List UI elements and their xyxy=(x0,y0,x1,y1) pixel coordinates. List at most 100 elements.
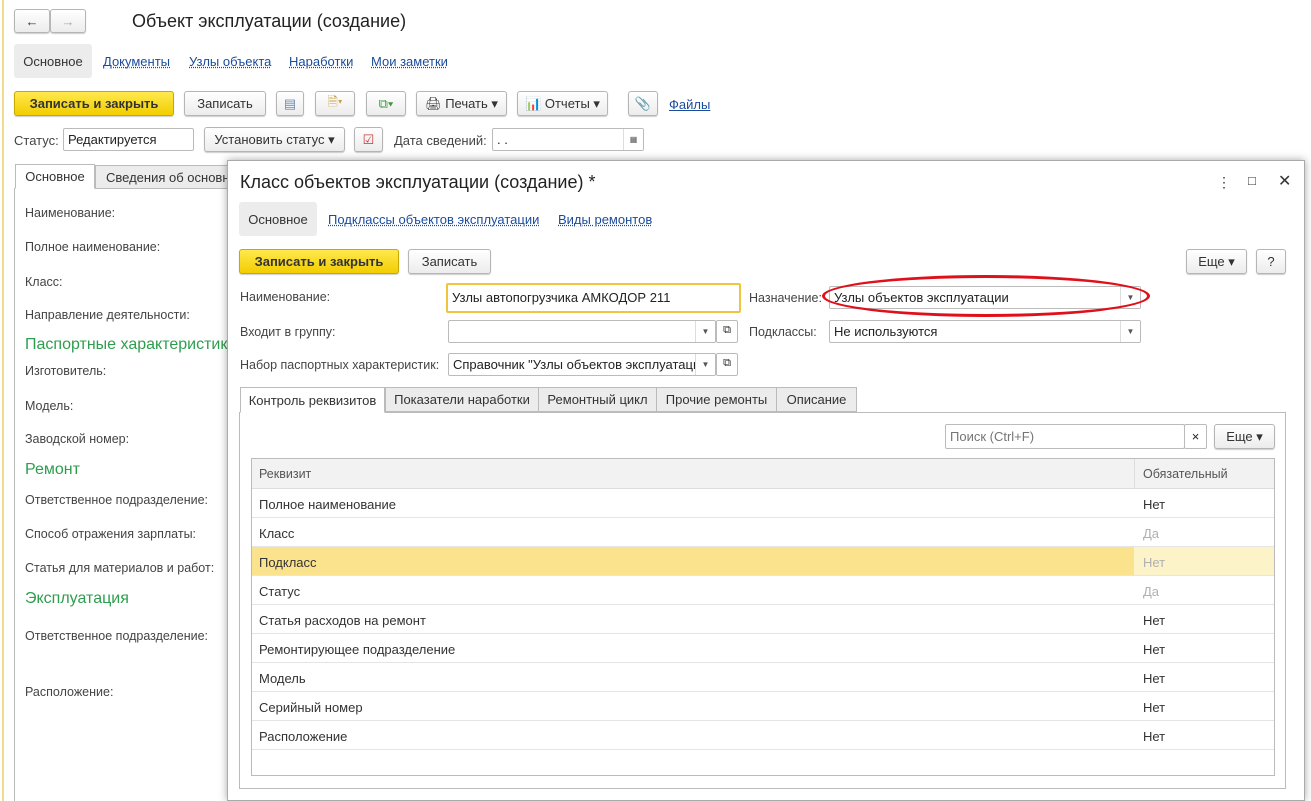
cell-required[interactable]: Да xyxy=(1143,526,1159,541)
dialog-nav-subclasses[interactable]: Подклассы объектов эксплуатации xyxy=(328,212,539,227)
main-tab-main[interactable]: Основное xyxy=(15,164,95,189)
nav-notes[interactable]: Мои заметки xyxy=(371,54,448,69)
field-label: Ответственное подразделение: xyxy=(25,629,209,643)
printer-icon: 🖨 xyxy=(425,95,446,111)
table-row[interactable]: Серийный номер Нет xyxy=(252,692,1274,721)
reports-label: Отчеты xyxy=(544,96,590,111)
tab-runtime-indicators[interactable]: Показатели наработки xyxy=(385,387,539,412)
more-vert-icon[interactable]: ⋮ xyxy=(1217,174,1231,191)
nav-documents[interactable]: Документы xyxy=(103,54,170,69)
column-header-required[interactable]: Обязательный xyxy=(1143,467,1228,481)
group-select[interactable]: ▼ xyxy=(448,320,716,343)
dialog-nav-main[interactable]: Основное xyxy=(239,202,317,236)
dialog-nav-repair-types[interactable]: Виды ремонтов xyxy=(558,212,652,227)
column-header-attribute[interactable]: Реквизит xyxy=(259,467,311,481)
table-row[interactable]: Ремонтирующее подразделение Нет xyxy=(252,634,1274,663)
save-close-button[interactable]: Записать и закрыть xyxy=(14,91,174,116)
reports-button[interactable]: 📊 Отчеты ▾ xyxy=(517,91,608,116)
passport-select[interactable]: Справочник "Узлы объектов эксплуатаци ▼ xyxy=(448,353,716,376)
main-tab-info[interactable]: Сведения об основн xyxy=(95,165,235,189)
print-label: Печать xyxy=(445,96,488,111)
help-button[interactable]: ? xyxy=(1256,249,1286,274)
subclasses-value: Не используются xyxy=(834,324,938,339)
table-row[interactable]: Расположение Нет xyxy=(252,721,1274,750)
status-field[interactable]: Редактируется xyxy=(63,128,194,151)
cell-attribute: Ремонтирующее подразделение xyxy=(259,642,456,657)
calendar-icon[interactable]: ▦ xyxy=(623,129,643,150)
chevron-down-icon[interactable]: ▼ xyxy=(695,321,715,342)
date-label: Дата сведений: xyxy=(394,133,487,148)
close-icon[interactable]: ✕ xyxy=(1278,171,1291,191)
cell-attribute: Статья расходов на ремонт xyxy=(259,613,426,628)
save-button[interactable]: Записать xyxy=(184,91,266,116)
dialog-more-button[interactable]: Еще ▾ xyxy=(1186,249,1247,274)
table-row[interactable]: Полное наименование Нет xyxy=(252,489,1274,518)
group-heading: Паспортные характеристики xyxy=(25,336,230,353)
cell-attribute: Серийный номер xyxy=(259,700,363,715)
name-input[interactable]: Узлы автопогрузчика АМКОДОР 211 xyxy=(446,283,741,313)
group-heading: Эксплуатация xyxy=(25,590,129,607)
paperclip-icon[interactable]: 📎 xyxy=(628,91,658,116)
chevron-down-icon[interactable]: ▼ xyxy=(695,354,715,375)
table-row[interactable]: Статус Да xyxy=(252,576,1274,605)
related-docs-icon[interactable]: ⧉▾ xyxy=(366,91,406,116)
cell-required[interactable]: Да xyxy=(1143,584,1159,599)
dialog-save-button[interactable]: Записать xyxy=(408,249,491,274)
table-row[interactable]: Подкласс Нет xyxy=(252,547,1274,576)
open-icon[interactable]: ⧉ xyxy=(716,320,738,343)
field-label: Статья для материалов и работ: xyxy=(25,561,215,575)
cell-attribute: Полное наименование xyxy=(259,497,397,512)
files-link[interactable]: Файлы xyxy=(669,97,710,112)
cell-required[interactable]: Нет xyxy=(1143,613,1165,628)
subclasses-select[interactable]: Не используются ▼ xyxy=(829,320,1141,343)
clear-search-icon[interactable]: × xyxy=(1184,424,1207,449)
open-icon[interactable]: ⧉ xyxy=(716,353,738,376)
dialog-save-close-button[interactable]: Записать и закрыть xyxy=(239,249,399,274)
table-row[interactable]: Статья расходов на ремонт Нет xyxy=(252,605,1274,634)
maximize-icon[interactable]: □ xyxy=(1248,173,1256,188)
create-based-on-icon[interactable]: 🗎▾ xyxy=(315,91,355,116)
forward-button[interactable]: → xyxy=(50,9,86,33)
window-edge xyxy=(2,0,4,801)
set-status-button[interactable]: Установить статус ▾ xyxy=(204,127,345,152)
cell-required[interactable]: Нет xyxy=(1143,700,1165,715)
status-label: Статус: xyxy=(14,133,59,148)
checklist-icon[interactable]: ☑ xyxy=(354,127,383,152)
purpose-label: Назначение: xyxy=(749,291,822,305)
table-row[interactable]: Класс Да xyxy=(252,518,1274,547)
field-label: Способ отражения зарплаты: xyxy=(25,527,197,541)
group-label: Входит в группу: xyxy=(240,325,336,339)
tab-other-repairs[interactable]: Прочие ремонты xyxy=(656,387,777,412)
cell-required[interactable]: Нет xyxy=(1143,497,1165,512)
nav-nodes[interactable]: Узлы объекта xyxy=(189,54,271,69)
nav-main[interactable]: Основное xyxy=(14,44,92,78)
print-button[interactable]: 🖨 Печать ▾ xyxy=(416,91,507,116)
set-status-label: Установить статус xyxy=(214,132,325,147)
field-label: Модель: xyxy=(25,399,74,413)
table-header: Реквизит Обязательный xyxy=(252,459,1274,489)
dialog-title: Класс объектов эксплуатации (создание) * xyxy=(240,172,596,192)
search-input[interactable] xyxy=(945,424,1185,449)
column-divider xyxy=(1134,459,1135,489)
cell-required[interactable]: Нет xyxy=(1143,729,1165,744)
field-label: Изготовитель: xyxy=(25,364,107,378)
name-label: Наименование: xyxy=(240,290,331,304)
group-heading: Ремонт xyxy=(25,461,80,478)
list-icon[interactable]: ▤ xyxy=(276,91,304,116)
nav-runtime[interactable]: Наработки xyxy=(289,54,353,69)
cell-required[interactable]: Нет xyxy=(1143,555,1165,570)
tab-repair-cycle[interactable]: Ремонтный цикл xyxy=(538,387,657,412)
cell-required[interactable]: Нет xyxy=(1143,671,1165,686)
cell-attribute: Подкласс xyxy=(259,555,317,570)
field-label: Заводской номер: xyxy=(25,432,130,446)
table-more-button[interactable]: Еще ▾ xyxy=(1214,424,1275,449)
subclasses-label: Подклассы: xyxy=(749,325,817,339)
date-field[interactable]: . . ▦ xyxy=(492,128,644,151)
cell-required[interactable]: Нет xyxy=(1143,642,1165,657)
tab-attribute-control[interactable]: Контроль реквизитов xyxy=(240,387,385,413)
table-row[interactable]: Модель Нет xyxy=(252,663,1274,692)
chevron-down-icon[interactable]: ▼ xyxy=(1120,321,1140,342)
cell-attribute: Класс xyxy=(259,526,295,541)
back-button[interactable]: ← xyxy=(14,9,50,33)
tab-description[interactable]: Описание xyxy=(776,387,857,412)
